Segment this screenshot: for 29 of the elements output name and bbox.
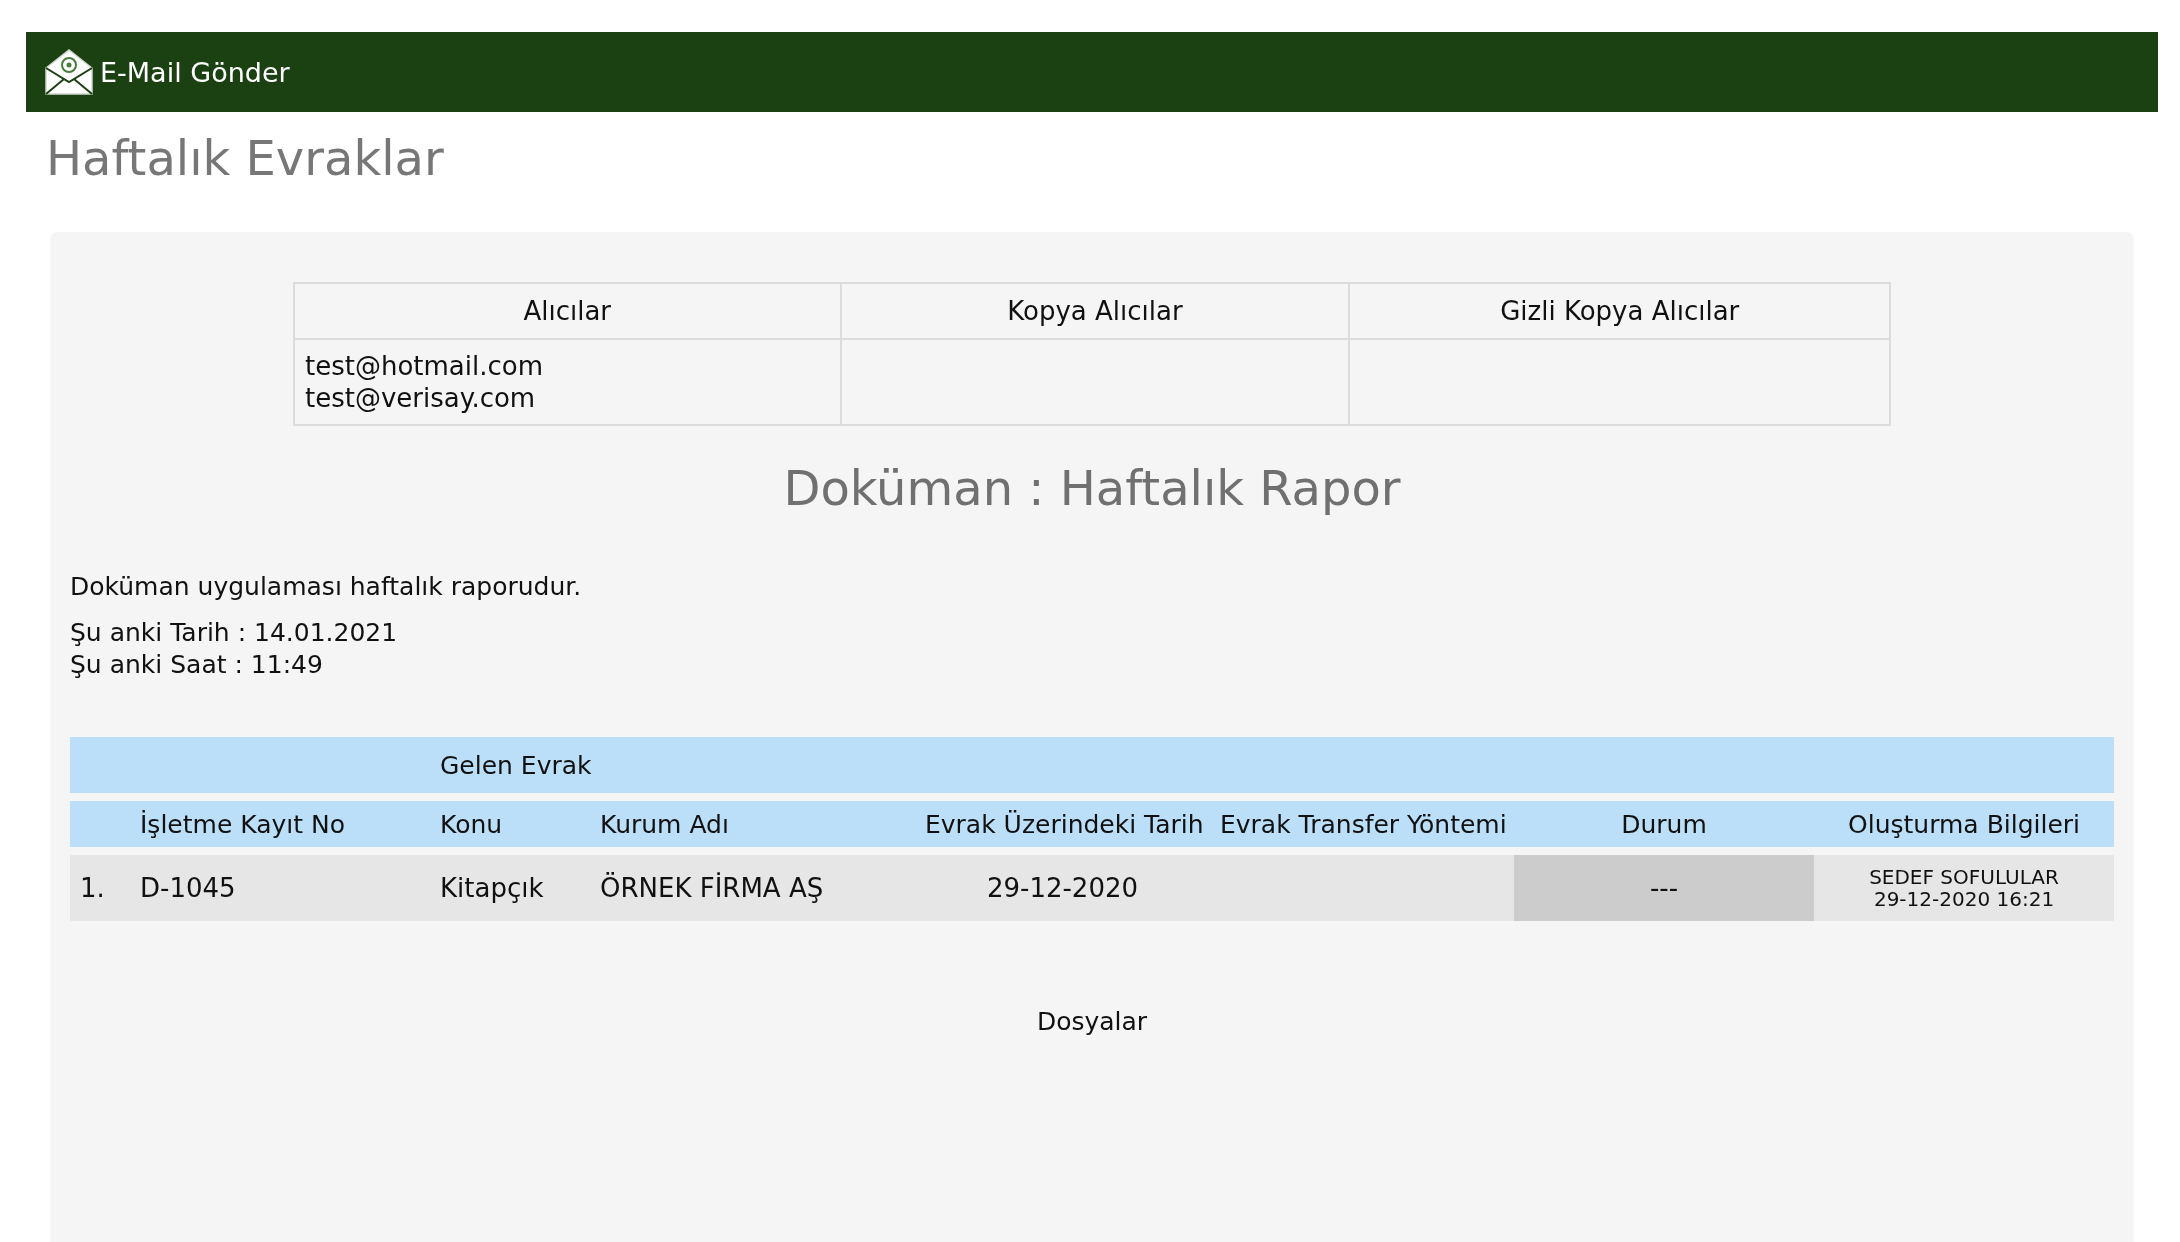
info-line: Şu anki Saat : 11:49 (70, 649, 323, 681)
files-heading: Dosyalar (1036, 1007, 1148, 1036)
description-text: Doküman uygulaması haftalık raporudur. (70, 572, 582, 601)
group-label: Gelen Evrak (440, 750, 592, 780)
column-heading: Konu (440, 809, 503, 839)
header-title: E-Mail Gönder (100, 56, 290, 88)
column-heading: Evrak Transfer Yöntemi (1220, 809, 1507, 839)
info-line: Şu anki Tarih : 14.01.2021 (70, 617, 398, 649)
document-title: Doküman : Haftalık Rapor (783, 460, 1401, 516)
email-address: test@hotmail.com (305, 350, 543, 382)
creator-name: SEDEF SOFULULAR (1868, 866, 2060, 888)
row-number: 1. (80, 873, 105, 903)
column-heading: Kopya Alıcılar (1007, 296, 1183, 326)
column-heading: İşletme Kayıt No (140, 809, 345, 839)
table-cell: D-1045 (140, 873, 236, 903)
table-cell: 29-12-2020 (986, 873, 1139, 903)
page-title: Haftalık Evraklar (46, 130, 444, 186)
envelope-icon (44, 48, 94, 96)
table-cell: Kitapçık (440, 873, 544, 903)
column-heading: Oluşturma Bilgileri (1848, 809, 2081, 839)
column-heading: Gizli Kopya Alıcılar (1500, 296, 1740, 326)
column-heading: Evrak Üzerindeki Tarih (925, 809, 1204, 839)
table-cell: --- (1649, 873, 1679, 903)
table-cell: ÖRNEK FİRMA AŞ (600, 873, 824, 903)
column-heading: Alıcılar (523, 296, 612, 326)
column-heading: Durum (1621, 809, 1707, 839)
column-heading: Kurum Adı (600, 809, 729, 839)
creation-time: 29-12-2020 16:21 (1872, 888, 2056, 910)
email-address: test@verisay.com (305, 382, 536, 414)
